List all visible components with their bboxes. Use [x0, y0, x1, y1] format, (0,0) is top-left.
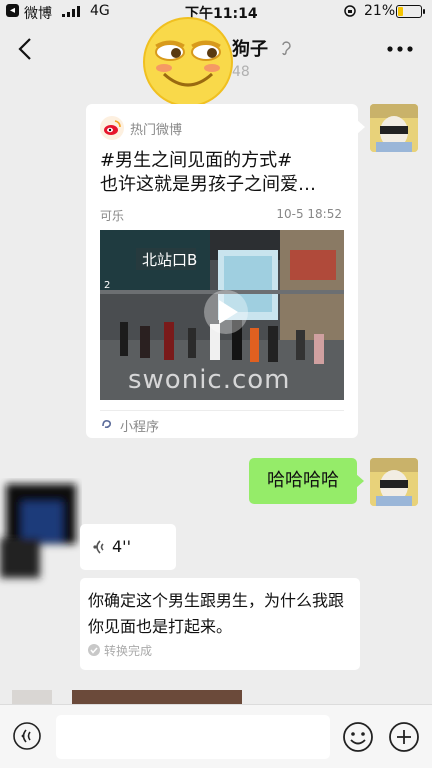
- card-headline: #男生之间见面的方式# 也许这就是男孩子之间爱…: [100, 150, 316, 195]
- smirk-emoji-sticker: [143, 17, 233, 107]
- contact-avatar-blurred[interactable]: [0, 478, 82, 588]
- signal-icon: [62, 6, 80, 17]
- voice-duration: 4'': [112, 537, 131, 556]
- avatar-image: [370, 104, 418, 152]
- partial-image-message[interactable]: [72, 690, 242, 704]
- partial-message-thumb: [12, 690, 52, 704]
- message-input[interactable]: [56, 715, 330, 759]
- watermark-text: swonic.com: [128, 365, 291, 395]
- rotation-lock-icon: [344, 5, 356, 17]
- transcript-text: 你确定这个男生跟男生，为什么我跟你见面也是打起来。: [88, 591, 345, 636]
- my-avatar[interactable]: [370, 458, 418, 506]
- battery-level: [398, 7, 404, 16]
- battery-icon: [396, 5, 425, 18]
- voice-transcript[interactable]: 你确定这个男生跟男生，为什么我跟你见面也是打起来。 转换完成: [80, 578, 360, 670]
- plus-icon[interactable]: [388, 721, 420, 753]
- input-bar: [0, 704, 432, 768]
- avatar-image: [370, 458, 418, 506]
- outgoing-message[interactable]: 哈哈哈哈: [249, 458, 364, 504]
- transcript-status: 转换完成: [104, 644, 153, 658]
- back-app-name[interactable]: 微博: [24, 3, 52, 23]
- video-corner-number: 2: [104, 280, 110, 291]
- voice-wave-icon: [93, 540, 104, 554]
- weibo-logo-icon: [100, 116, 124, 140]
- battery-percent: 21%: [364, 3, 396, 19]
- source-name: 热门微博: [130, 123, 183, 138]
- timestamp-fragment: 48: [232, 64, 250, 80]
- station-sign-text: 北站口B: [142, 251, 197, 269]
- network-type: 4G: [90, 3, 110, 19]
- emoji-icon[interactable]: [342, 721, 374, 753]
- back-to-app-icon[interactable]: ◂: [6, 4, 19, 17]
- mini-program-icon: [102, 420, 112, 429]
- voice-message[interactable]: 4'': [80, 524, 176, 570]
- ear-icon: [282, 41, 291, 56]
- voice-input-icon[interactable]: [12, 721, 42, 751]
- check-icon: [88, 644, 100, 656]
- card-date: 10-5 18:52: [276, 207, 342, 221]
- card-author: 可乐: [100, 209, 125, 223]
- my-avatar[interactable]: [370, 104, 418, 152]
- chat-title: 狗子: [232, 39, 268, 60]
- card-divider: [100, 410, 344, 411]
- back-arrow-icon[interactable]: [14, 36, 36, 62]
- more-icon[interactable]: [386, 45, 414, 53]
- mini-program-label: 小程序: [120, 420, 160, 435]
